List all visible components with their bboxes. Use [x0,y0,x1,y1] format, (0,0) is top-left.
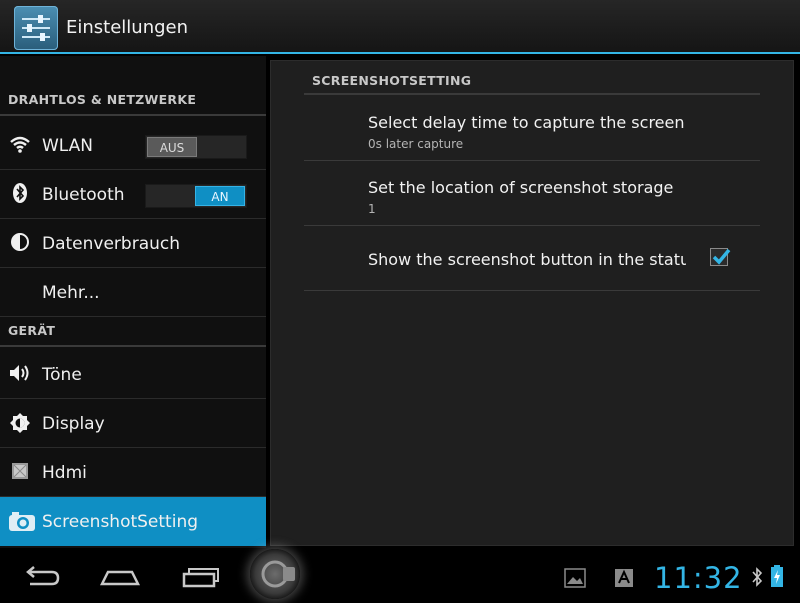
sidebar-item-sound[interactable]: Töne [0,350,266,399]
settings-sliders-icon[interactable] [14,6,58,50]
hdmi-icon [8,461,32,483]
bluetooth-icon [8,183,32,205]
sidebar-item-label: Mehr... [42,283,100,303]
sidebar-item-display[interactable]: Display [0,399,266,448]
pref-status-bar-button[interactable]: Show the screenshot button in the status [304,226,760,291]
sidebar-item-data-usage[interactable]: Datenverbrauch [0,219,266,268]
pref-summary: 1 [368,202,376,216]
settings-headers-list: DRAHTLOS & NETZWERKE WLAN AUS Bluetooth … [0,56,266,548]
sidebar-item-label: Display [42,414,105,434]
sidebar-item-label: WLAN [42,136,94,156]
sidebar-item-label: Hdmi [42,463,87,483]
sidebar-item-hdmi[interactable]: Hdmi [0,448,266,497]
section-header-label: GERÄT [8,323,56,338]
status-button-checkbox[interactable] [710,248,731,266]
section-header-wireless: DRAHTLOS & NETZWERKE [0,86,266,116]
bluetooth-status-icon [750,566,764,592]
pref-delay-time[interactable]: Select delay time to capture the screen … [304,96,760,161]
recent-apps-icon[interactable] [178,562,222,592]
home-icon[interactable] [98,562,142,592]
checkmark-icon [712,248,731,265]
sidebar-item-label: ScreenshotSetting [42,512,199,532]
pref-storage-location[interactable]: Set the location of screenshot storage 1 [304,161,760,226]
panel-header-label: SCREENSHOTSETTING [312,73,472,88]
toggle-state: AN [195,186,245,206]
sidebar-item-label: Töne [42,365,82,385]
sidebar-item-more[interactable]: Mehr... [0,268,266,317]
camera-icon [8,510,35,532]
screenshot-camera-icon[interactable] [250,549,300,599]
section-header-label: DRAHTLOS & NETZWERKE [8,92,197,107]
gallery-notification-icon[interactable] [564,568,586,592]
pref-title: Set the location of screenshot storage [368,178,674,197]
brightness-icon [8,412,32,434]
battery-charging-icon [770,564,784,592]
data-usage-icon [8,232,32,254]
sidebar-item-label: Bluetooth [42,185,125,205]
action-bar: Einstellungen [0,0,800,54]
section-header-device: GERÄT [0,317,266,347]
keyboard-notification-icon[interactable] [614,568,634,594]
speaker-icon [8,363,32,385]
system-bar: 11:32 [0,552,800,600]
app-title: Einstellungen [66,17,189,38]
sidebar-item-bluetooth[interactable]: Bluetooth AN [0,170,266,219]
bluetooth-toggle[interactable]: AN [145,184,247,208]
pref-title: Select delay time to capture the screen [368,113,685,132]
panel-header: SCREENSHOTSETTING [304,61,760,95]
back-icon[interactable] [20,562,64,592]
toggle-state: AUS [147,137,197,157]
sidebar-item-label: Datenverbrauch [42,234,181,254]
wifi-icon [8,134,32,156]
sidebar-item-screenshot-setting[interactable]: ScreenshotSetting [0,497,266,546]
screenshot-settings-panel: SCREENSHOTSETTING Select delay time to c… [270,60,794,546]
pref-title: Show the screenshot button in the status [368,250,686,269]
wlan-toggle[interactable]: AUS [145,135,247,159]
pref-summary: 0s later capture [368,137,464,151]
sidebar-item-wlan[interactable]: WLAN AUS [0,121,266,170]
clock[interactable]: 11:32 [654,561,743,595]
